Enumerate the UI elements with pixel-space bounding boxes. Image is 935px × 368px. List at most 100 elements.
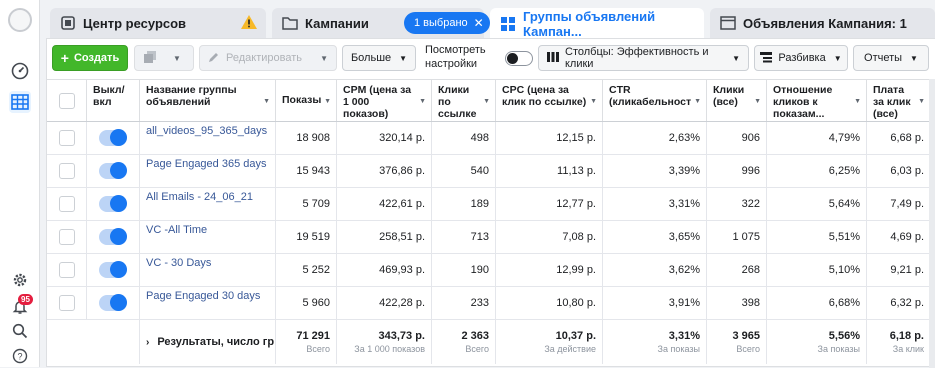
duplicate-button[interactable]: ▼ xyxy=(134,45,194,71)
row-checkbox[interactable] xyxy=(58,196,75,212)
cell-value: 7,08 р. xyxy=(562,231,596,243)
table-row[interactable]: VC -All Time 19 519 258,51 р. 713 7,08 р… xyxy=(47,221,935,254)
reports-button[interactable]: Отчеты ▼ xyxy=(853,45,929,71)
help-icon[interactable]: ? xyxy=(9,345,31,367)
tab-adsets[interactable]: Группы объявлений Кампан... xyxy=(490,8,704,40)
cell-value: 4,79% xyxy=(828,132,860,144)
search-icon[interactable] xyxy=(9,320,31,342)
clear-selection-close-icon[interactable]: ✕ xyxy=(474,16,484,30)
totals-click-ratio-cell: 5,56% За показы xyxy=(767,320,867,364)
click-ratio-cell: 5,64% xyxy=(767,188,867,220)
table-row[interactable]: Page Engaged 30 days 5 960 422,28 р. 233… xyxy=(47,287,935,320)
header-label: Отношение кликов к показам... xyxy=(773,84,833,120)
cpm-cell: 422,28 р. xyxy=(337,287,432,319)
dashboard-icon[interactable] xyxy=(9,60,31,82)
columns-label: Столбцы: Эффективность и клики xyxy=(565,46,709,70)
adset-name-link[interactable]: Page Engaged 365 days xyxy=(146,158,267,170)
adset-name-link[interactable]: Page Engaged 30 days xyxy=(146,290,260,302)
sort-caret-icon: ▼ xyxy=(419,98,426,105)
create-button[interactable]: + Создать xyxy=(52,45,128,71)
header-link-clicks[interactable]: Клики по ссылке ▼ xyxy=(432,80,496,121)
table-icon[interactable] xyxy=(9,91,31,113)
row-select-cell xyxy=(47,155,87,187)
more-button[interactable]: Больше ▼ xyxy=(342,45,416,71)
columns-button[interactable]: Столбцы: Эффективность и клики ▼ xyxy=(538,45,749,71)
click-ratio-cell: 5,10% xyxy=(767,254,867,286)
cell-value: 190 xyxy=(470,264,489,276)
sort-caret-icon: ▼ xyxy=(694,98,701,105)
notification-badge: 95 xyxy=(18,294,33,305)
adset-on-off-toggle[interactable] xyxy=(99,129,127,146)
breakdown-button[interactable]: Разбивка ▼ xyxy=(754,45,848,71)
adset-on-off-toggle[interactable] xyxy=(99,294,127,311)
header-label: CPM (цена за 1 000 показов) xyxy=(343,84,412,120)
adset-name-link[interactable]: VC -All Time xyxy=(146,224,207,236)
ctr-cell: 2,63% xyxy=(603,122,707,154)
header-impressions[interactable]: Показы ▼ xyxy=(276,80,337,121)
tab-ads[interactable]: Объявления Кампания: 1 xyxy=(710,8,935,38)
link-clicks-cell: 189 xyxy=(432,188,496,220)
tab-resource-center[interactable]: Центр ресурсов xyxy=(50,8,266,38)
cell-value: 422,61 р. xyxy=(379,198,425,210)
folder-icon xyxy=(282,16,298,30)
settings-gear-icon[interactable] xyxy=(9,269,31,291)
adset-name-link[interactable]: all_videos_95_365_days xyxy=(146,125,267,137)
row-toggle-cell xyxy=(87,188,140,220)
toggle-knob xyxy=(507,53,518,64)
row-checkbox[interactable] xyxy=(58,163,75,179)
adset-grid-icon xyxy=(500,16,516,32)
adset-name-cell: VC -All Time xyxy=(140,221,276,253)
columns-icon xyxy=(547,51,559,65)
totals-label-cell[interactable]: › Результаты, число гр xyxy=(140,320,276,364)
adset-on-off-toggle[interactable] xyxy=(99,261,127,278)
adset-name-link[interactable]: VC - 30 Days xyxy=(146,257,211,269)
cell-value: 906 xyxy=(741,132,760,144)
adset-name-link[interactable]: All Emails - 24_06_21 xyxy=(146,191,253,203)
plus-icon: + xyxy=(60,50,69,66)
totals-cpm-cell: 343,73 р. За 1 000 показов xyxy=(337,320,432,364)
cell-value: 15 943 xyxy=(296,165,330,177)
cpm-cell: 258,51 р. xyxy=(337,221,432,253)
header-clicks-all[interactable]: Клики (все) ▼ xyxy=(707,80,767,121)
header-cpc[interactable]: CPC (цена за клик по ссылке) ▼ xyxy=(496,80,603,121)
edit-button[interactable]: Редактировать ▼ xyxy=(199,45,337,71)
adset-on-off-toggle[interactable] xyxy=(99,162,127,179)
header-label: Выкл/ вкл xyxy=(93,84,125,108)
header-toggle[interactable]: Выкл/ вкл xyxy=(87,80,140,121)
totals-value: 343,73 р. xyxy=(378,330,425,342)
header-cost-per-click[interactable]: Плата за клик (все) ▼ xyxy=(867,80,930,121)
table-row[interactable]: VC - 30 Days 5 252 469,93 р. 190 12,99 р… xyxy=(47,254,935,287)
header-ctr[interactable]: CTR (кликабельност ▼ xyxy=(603,80,707,121)
table-row[interactable]: All Emails - 24_06_21 5 709 422,61 р. 18… xyxy=(47,188,935,221)
adset-on-off-toggle[interactable] xyxy=(99,195,127,212)
row-checkbox[interactable] xyxy=(58,295,75,311)
header-cpm[interactable]: CPM (цена за 1 000 показов) ▼ xyxy=(337,80,432,121)
click-ratio-cell: 6,25% xyxy=(767,155,867,187)
cell-value: 10,80 р. xyxy=(556,297,596,309)
cpm-cell: 376,86 р. xyxy=(337,155,432,187)
cell-value: 5,51% xyxy=(828,231,860,243)
row-checkbox[interactable] xyxy=(58,130,75,146)
create-label: Создать xyxy=(73,52,120,64)
adset-on-off-toggle[interactable] xyxy=(99,228,127,245)
expand-chevron-icon[interactable]: › xyxy=(146,337,149,348)
cpc-cell: 11,13 р. xyxy=(496,155,603,187)
table-row[interactable]: all_videos_95_365_days 18 908 320,14 р. … xyxy=(47,122,935,155)
cpm-cell: 320,14 р. xyxy=(337,122,432,154)
row-select-cell xyxy=(47,287,87,319)
table-row[interactable]: Page Engaged 365 days 15 943 376,86 р. 5… xyxy=(47,155,935,188)
account-avatar[interactable] xyxy=(8,8,32,32)
row-checkbox[interactable] xyxy=(58,229,75,245)
header-click-ratio[interactable]: Отношение кликов к показам... ▼ xyxy=(767,80,867,121)
clicks-all-cell: 1 075 xyxy=(707,221,767,253)
header-name[interactable]: Название группы объявлений ▼ xyxy=(140,80,276,121)
selection-pill[interactable]: 1 выбрано ✕ xyxy=(404,12,490,34)
toggle-knob xyxy=(110,228,127,245)
totals-value: 6,18 р. xyxy=(889,330,924,342)
select-all-checkbox[interactable] xyxy=(58,92,75,109)
cell-value: 5 709 xyxy=(302,198,330,210)
view-settings-toggle[interactable] xyxy=(505,51,533,66)
toggle-knob xyxy=(110,294,127,311)
totals-sublabel: Всего xyxy=(465,344,489,354)
row-checkbox[interactable] xyxy=(58,262,75,278)
